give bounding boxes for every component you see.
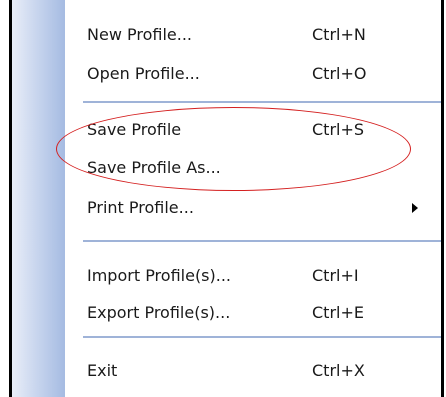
menu-right-border [441,0,444,397]
menu-icon-gutter [12,0,65,397]
menu-item-label: Import Profile(s)... [87,266,232,285]
menu-item-open-profile[interactable]: Open Profile... Ctrl+O [65,56,441,92]
menu-item-label: Open Profile... [87,64,200,83]
menu-item-label: New Profile... [87,25,192,44]
menu-item-shortcut: Ctrl+N [312,25,366,44]
menu-separator [83,101,441,103]
menu-item-label: Print Profile... [87,198,194,217]
menu-separator [83,336,441,338]
highlight-annotation [56,107,411,191]
screenshot: New Profile... Ctrl+N Open Profile... Ct… [0,0,446,397]
menu-item-exit[interactable]: Exit Ctrl+X [65,353,441,389]
menu-item-shortcut: Ctrl+X [312,361,365,380]
menu-item-shortcut: Ctrl+I [312,266,359,285]
menu-item-export-profiles[interactable]: Export Profile(s)... Ctrl+E [65,295,441,331]
menu-item-import-profiles[interactable]: Import Profile(s)... Ctrl+I [65,258,441,294]
menu-item-label: Export Profile(s)... [87,303,231,322]
menu-item-print-profile[interactable]: Print Profile... [65,190,441,226]
menu-item-new-profile[interactable]: New Profile... Ctrl+N [65,17,441,53]
submenu-arrow-icon [412,203,418,213]
menu-item-shortcut: Ctrl+O [312,64,367,83]
menu-item-label: Exit [87,361,118,380]
menu-item-shortcut: Ctrl+E [312,303,364,322]
menu-separator [83,240,441,242]
file-context-menu: New Profile... Ctrl+N Open Profile... Ct… [0,0,446,397]
